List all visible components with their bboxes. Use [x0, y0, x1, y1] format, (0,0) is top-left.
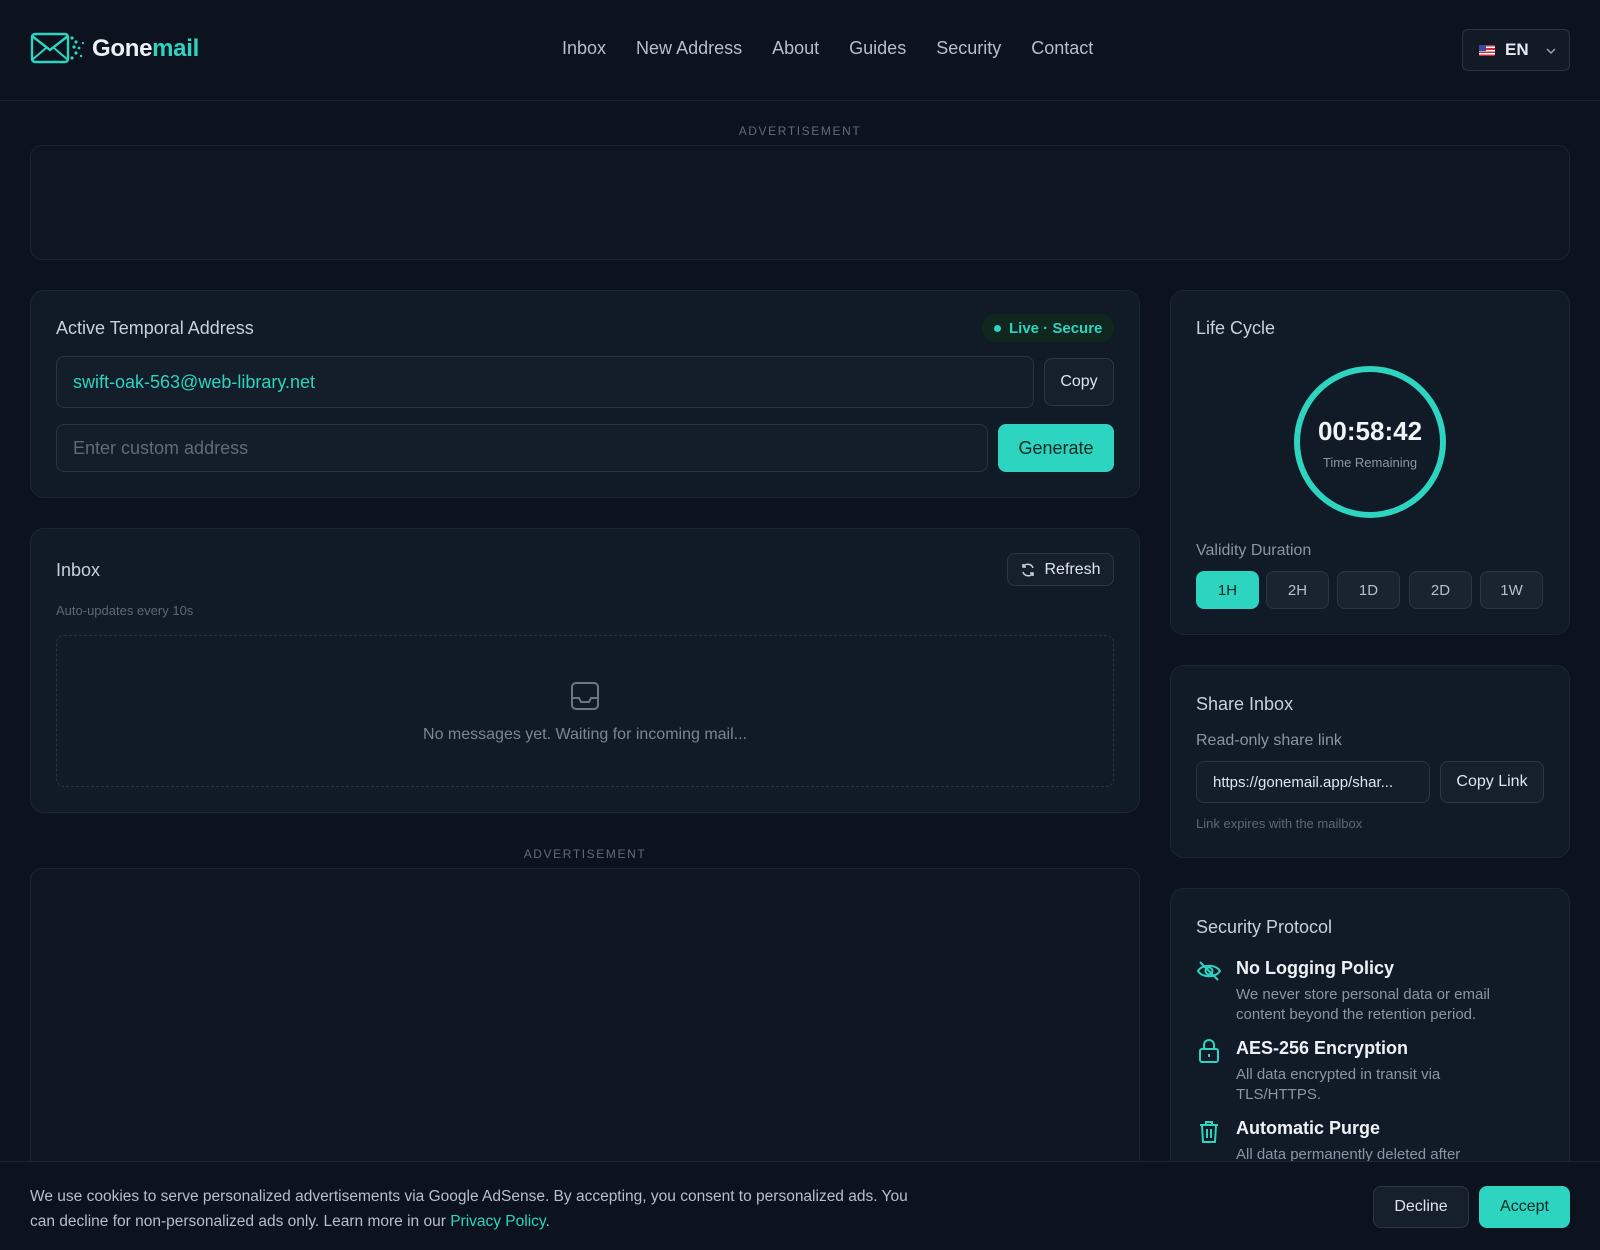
- inbox-empty-text: No messages yet. Waiting for incoming ma…: [423, 726, 747, 743]
- nav-about[interactable]: About: [772, 38, 819, 59]
- decline-button[interactable]: Decline: [1373, 1186, 1469, 1228]
- cookie-banner: We use cookies to serve personalized adv…: [0, 1161, 1600, 1250]
- refresh-label: Refresh: [1044, 560, 1101, 578]
- inbox-tray-icon: [571, 682, 599, 710]
- ad-label-top: ADVERTISEMENT: [738, 124, 862, 138]
- logo[interactable]: Gonemail: [30, 30, 199, 68]
- accept-button[interactable]: Accept: [1479, 1186, 1570, 1228]
- security-title: Security Protocol: [1196, 917, 1333, 937]
- security-item-title: Automatic Purge: [1236, 1118, 1381, 1138]
- inbox-empty-state: [56, 635, 1114, 787]
- status-badge: Live · Secure: [982, 314, 1115, 342]
- security-item-title: AES-256 Encryption: [1236, 1038, 1409, 1058]
- duration-1d[interactable]: 1D: [1337, 571, 1400, 609]
- inbox-subtitle: Auto-updates every 10s: [56, 603, 194, 618]
- share-link: https://gonemail.app/shar...: [1213, 773, 1394, 791]
- trash-icon: [1200, 1121, 1218, 1143]
- security-item-encryption: AES-256 Encryption All data encrypted in…: [1196, 1038, 1556, 1108]
- status-text: Live · Secure: [1009, 319, 1103, 337]
- time-remaining: 00:58:42: [1317, 416, 1423, 446]
- language-label: EN: [1505, 40, 1529, 59]
- nav-contact[interactable]: Contact: [1031, 38, 1093, 59]
- ad-slot-mid: [30, 868, 1140, 1188]
- generate-button[interactable]: Generate: [998, 424, 1114, 472]
- main-nav: Inbox New Address About Guides Security …: [562, 38, 1093, 59]
- security-item-desc: All data encrypted in transit via TLS/HT…: [1236, 1066, 1441, 1103]
- active-address-field[interactable]: swift-oak-563@web-library.net: [56, 356, 1034, 408]
- copy-link-button[interactable]: Copy Link: [1440, 761, 1544, 803]
- cookie-text: We use cookies to serve personalized adv…: [30, 1188, 908, 1230]
- security-item-desc: We never store personal data or email co…: [1236, 986, 1491, 1023]
- share-label: Read-only share link: [1196, 732, 1342, 749]
- duration-2h[interactable]: 2H: [1266, 571, 1329, 609]
- share-link-field[interactable]: https://gonemail.app/shar...: [1196, 761, 1430, 803]
- header: Gonemail Inbox New Address About Guides …: [0, 0, 1600, 101]
- nav-security[interactable]: Security: [936, 38, 1001, 59]
- mail-logo-icon: [30, 32, 85, 64]
- share-note: Link expires with the mailbox: [1196, 816, 1363, 831]
- duration-2d[interactable]: 2D: [1409, 571, 1472, 609]
- validity-label: Validity Duration: [1196, 542, 1312, 559]
- nav-guides[interactable]: Guides: [849, 38, 906, 59]
- share-title: Share Inbox: [1196, 694, 1294, 714]
- status-dot-icon: [994, 324, 1001, 332]
- duration-1h[interactable]: 1H: [1196, 571, 1259, 609]
- ad-slot-top: [30, 145, 1570, 260]
- eye-off-icon: [1196, 961, 1222, 981]
- brand-name: Gonemail: [92, 35, 199, 62]
- refresh-icon: [1022, 562, 1035, 577]
- lock-icon: [1199, 1039, 1219, 1063]
- duration-1w[interactable]: 1W: [1480, 571, 1543, 609]
- inbox-title: Inbox: [56, 560, 101, 580]
- refresh-button[interactable]: Refresh: [1007, 553, 1114, 586]
- custom-address-input[interactable]: [56, 424, 988, 472]
- privacy-policy-link[interactable]: Privacy Policy: [450, 1213, 545, 1230]
- time-remaining-label: Time Remaining: [1322, 455, 1418, 470]
- language-select[interactable]: EN: [1462, 29, 1570, 71]
- security-item-no-logging: No Logging Policy We never store persona…: [1196, 958, 1556, 1028]
- active-address: swift-oak-563@web-library.net: [73, 371, 316, 392]
- ad-label-mid: ADVERTISEMENT: [523, 847, 647, 861]
- copy-address-button[interactable]: Copy: [1044, 358, 1114, 406]
- security-item-title: No Logging Policy: [1236, 958, 1394, 978]
- nav-inbox[interactable]: Inbox: [562, 38, 606, 59]
- chevron-down-icon: [1546, 48, 1556, 55]
- us-flag-icon: [1479, 44, 1495, 56]
- lifecycle-title: Life Cycle: [1196, 318, 1276, 338]
- address-card-title: Active Temporal Address: [56, 318, 254, 338]
- nav-new-address[interactable]: New Address: [636, 38, 742, 59]
